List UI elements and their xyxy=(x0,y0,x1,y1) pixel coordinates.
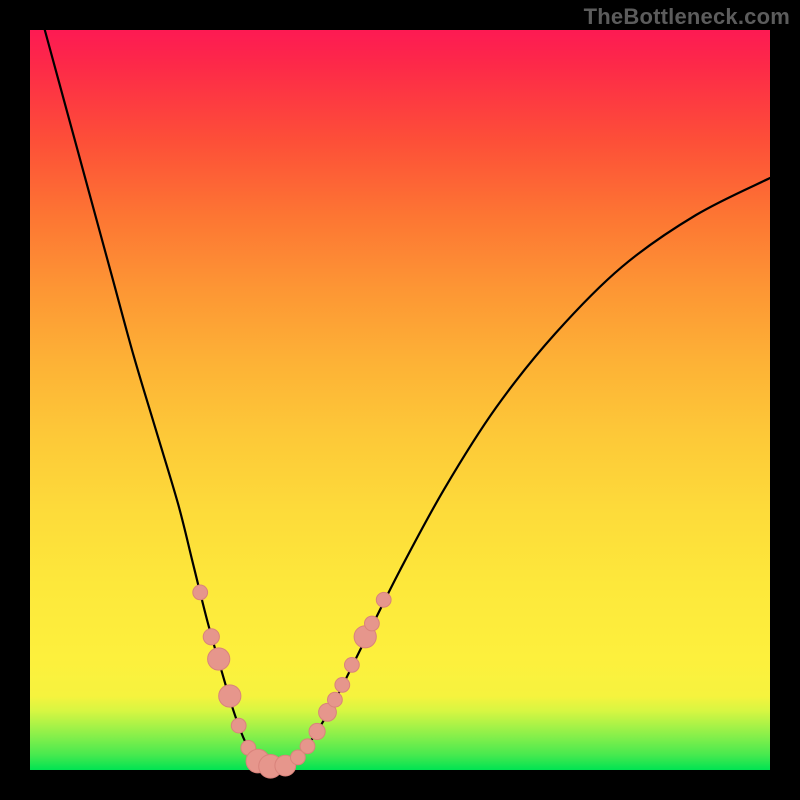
watermark-text: TheBottleneck.com xyxy=(584,4,790,30)
marker-point xyxy=(328,692,343,707)
bottleneck-curve xyxy=(45,30,770,767)
chart-frame: TheBottleneck.com xyxy=(0,0,800,800)
marker-point xyxy=(208,648,230,670)
marker-point xyxy=(203,629,219,645)
marker-point xyxy=(309,723,325,739)
marker-point xyxy=(345,658,360,673)
marker-point xyxy=(219,685,241,707)
chart-overlay xyxy=(30,30,770,770)
marker-point xyxy=(335,678,350,693)
marker-point xyxy=(365,616,380,631)
marker-point xyxy=(300,739,315,754)
plot-area xyxy=(30,30,770,770)
marker-point xyxy=(193,585,208,600)
marker-point xyxy=(376,592,391,607)
marker-point xyxy=(231,718,246,733)
marker-group xyxy=(193,585,391,778)
